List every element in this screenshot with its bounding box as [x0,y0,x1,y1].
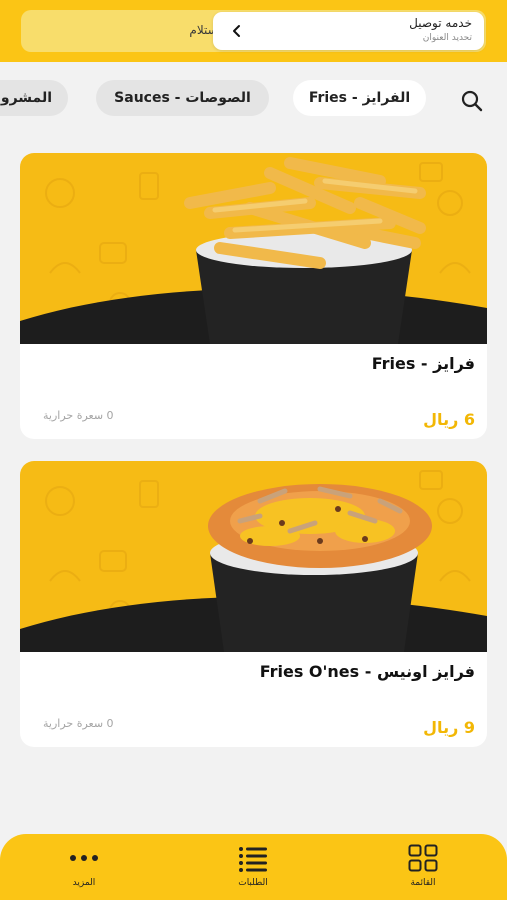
bottom-navigation: القائمة الطلبات المزيد [0,834,507,900]
tab-drinks[interactable]: المشروبات [0,80,68,116]
grid-icon [408,844,438,872]
nav-more-label: المزيد [72,878,96,888]
product-card-fries-ones[interactable]: فرايز اونيس - Fries O'nes 9 ريال 0 سعرة … [20,461,487,747]
select-address-link[interactable]: تحديد العنوان [423,33,472,43]
fries-bowl-image [20,153,487,344]
product-card-fries[interactable]: فرايز - Fries 6 ريال 0 سعرة حرارية [20,153,487,439]
nav-orders[interactable]: الطلبات [208,834,298,900]
nav-menu[interactable]: القائمة [378,834,468,900]
category-tabs: الفرايز - Fries الصوصات - Sauces المشروب… [0,80,507,118]
chevron-left-icon[interactable] [231,24,243,38]
pickup-option[interactable]: استلام [161,23,221,37]
order-mode-toggle: استلام خدمه توصيل تحديد العنوان [21,10,486,52]
delivery-option[interactable]: خدمه توصيل تحديد العنوان [213,12,484,50]
product-name: فرايز اونيس - Fries O'nes [259,662,475,681]
loaded-fries-bowl-image [20,461,487,652]
more-icon [70,855,98,861]
top-header: استلام خدمه توصيل تحديد العنوان [0,0,507,62]
delivery-title: خدمه توصيل [409,16,472,30]
product-name: فرايز - Fries [371,354,475,373]
search-icon[interactable] [460,89,484,113]
tab-sauces[interactable]: الصوصات - Sauces [96,80,269,116]
nav-menu-label: القائمة [410,878,436,888]
product-calories: 0 سعرة حرارية [43,717,114,730]
product-calories: 0 سعرة حرارية [43,409,114,422]
nav-orders-label: الطلبات [238,878,268,888]
list-icon [239,847,267,872]
product-price: 6 ريال [423,410,475,429]
nav-more[interactable]: المزيد [39,834,129,900]
product-price: 9 ريال [423,718,475,737]
tab-fries[interactable]: الفرايز - Fries [293,80,426,116]
